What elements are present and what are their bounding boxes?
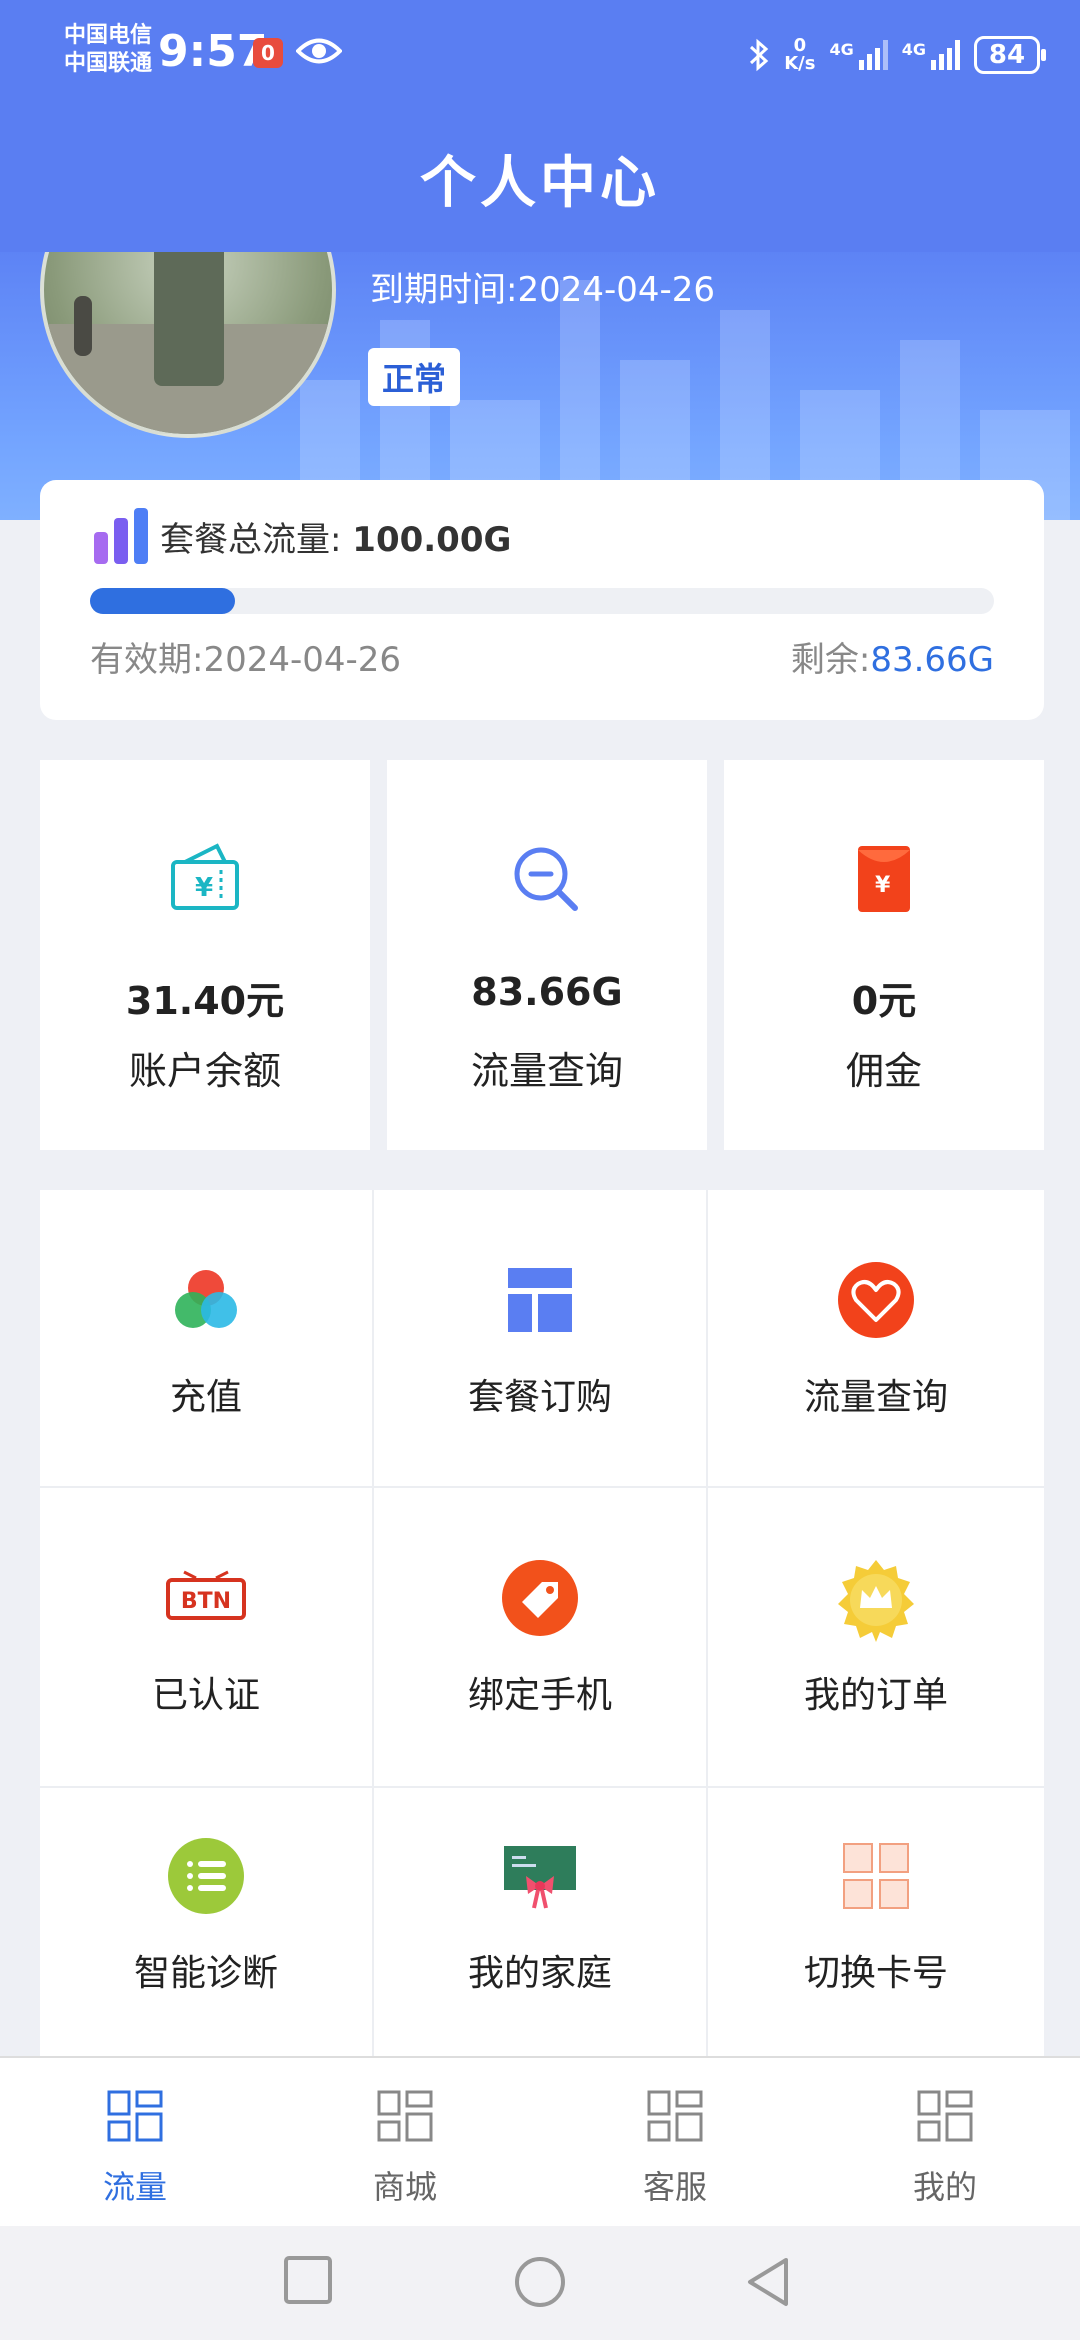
expire-date: 2024-04-26 — [517, 270, 716, 310]
plan-remain: 剩余:83.66G — [791, 632, 994, 681]
heart-icon — [838, 1262, 914, 1338]
tab-label: 商城 — [372, 2168, 437, 2206]
carrier-1: 中国电信 — [64, 23, 153, 48]
tab-mine[interactable]: 我的 — [810, 2058, 1080, 2226]
grid-label: 我的家庭 — [467, 1953, 612, 1994]
grid-item-my-family[interactable]: 我的家庭 — [374, 1788, 708, 2058]
net-speed-unit: K/s — [784, 53, 816, 74]
system-nav-bar — [0, 2224, 1080, 2340]
balance-value: 31.40元 — [125, 979, 285, 1023]
grid-label: 智能诊断 — [133, 1953, 278, 1994]
bluetooth-icon — [750, 38, 769, 72]
apps-icon — [107, 2090, 163, 2142]
commission-value: 0元 — [851, 979, 917, 1023]
layout-icon — [508, 1268, 572, 1332]
page-title: 个人中心 — [420, 151, 660, 216]
grid-label: 充值 — [169, 1377, 242, 1418]
plan-valid-date: 2024-04-26 — [203, 640, 402, 680]
grid-label: 流量查询 — [803, 1377, 948, 1418]
plan-total: 套餐总流量: 100.00G — [160, 512, 511, 561]
traffic-label: 流量查询 — [470, 1049, 623, 1093]
expire-label: 到期时间: — [370, 270, 518, 310]
home-icon[interactable] — [512, 2254, 568, 2310]
grid-label: 绑定手机 — [467, 1675, 612, 1716]
balance-label: 账户余额 — [128, 1049, 281, 1093]
eye-icon — [296, 38, 342, 64]
grid-item-verified[interactable]: BTN 已认证 — [40, 1488, 374, 1788]
grid-item-my-orders[interactable]: 我的订单 — [708, 1488, 1044, 1788]
tag-icon — [502, 1560, 578, 1636]
tab-label: 流量 — [102, 2168, 167, 2206]
plan-progress-track — [90, 588, 994, 614]
net-speed: 0 K/s — [784, 37, 815, 73]
plan-remain-value: 83.66G — [870, 640, 994, 680]
back-icon[interactable] — [742, 2254, 794, 2310]
tab-label: 我的 — [912, 2168, 977, 2206]
grid-label: 套餐订购 — [467, 1377, 612, 1418]
grid-label: 切换卡号 — [803, 1953, 948, 1994]
stat-balance[interactable]: ¥ 31.40元 账户余额 — [40, 760, 370, 1150]
stat-traffic[interactable]: 83.66G 流量查询 — [387, 760, 707, 1150]
tab-label: 客服 — [642, 2168, 707, 2206]
grid-squares-icon — [843, 1843, 909, 1909]
grid-label: 我的订单 — [803, 1675, 948, 1716]
color-circles-icon — [175, 1270, 237, 1328]
search-minus-icon — [514, 847, 578, 911]
apps-icon — [647, 2090, 703, 2142]
recent-apps-icon[interactable] — [282, 2254, 334, 2306]
signal-1-label: 4G — [829, 40, 854, 59]
plan-total-label: 套餐总流量: — [160, 520, 342, 560]
tab-service[interactable]: 客服 — [540, 2058, 810, 2226]
grid-item-plan-order[interactable]: 套餐订购 — [374, 1190, 708, 1488]
btn-badge-icon: BTN — [166, 1570, 246, 1620]
signal-2-label: 4G — [901, 40, 926, 59]
bottom-nav: 流量 商城 客服 我的 — [0, 2056, 1080, 2226]
list-icon — [168, 1838, 244, 1914]
status-bar: 中国电信 中国联通 9:57 0 0 K/s 4G 4G 84 — [0, 0, 1080, 110]
plan-total-value: 100.00G — [352, 520, 512, 560]
grid-item-switch-card[interactable]: 切换卡号 — [708, 1788, 1044, 2058]
grid-label: 已认证 — [151, 1675, 260, 1716]
carrier-info: 中国电信 中国联通 — [64, 22, 152, 78]
grid-item-traffic-query[interactable]: 流量查询 — [708, 1190, 1044, 1488]
apps-icon — [377, 2090, 433, 2142]
clock: 9:57 — [158, 26, 268, 77]
plan-valid-label: 有效期: — [90, 640, 204, 680]
bar-chart-icon — [94, 508, 148, 564]
wallet-icon: ¥ — [171, 843, 239, 910]
plan-valid: 有效期:2024-04-26 — [90, 632, 401, 681]
battery-indicator: 84 — [974, 36, 1046, 74]
svg-text:¥: ¥ — [195, 873, 213, 903]
btn-badge-text: BTN — [181, 1589, 231, 1614]
grid-item-recharge[interactable]: 充值 — [40, 1190, 374, 1488]
grid-item-diagnosis[interactable]: 智能诊断 — [40, 1788, 374, 2058]
commission-label: 佣金 — [845, 1049, 922, 1093]
red-envelope-icon: ¥ — [858, 846, 910, 912]
signal-1: 4G — [829, 40, 888, 70]
crown-icon — [838, 1560, 914, 1642]
tab-traffic[interactable]: 流量 — [0, 2058, 270, 2226]
plan-progress-fill — [90, 588, 235, 614]
page-header: 个人中心 — [0, 110, 1080, 252]
plan-remain-label: 剩余: — [790, 640, 871, 680]
tab-mall[interactable]: 商城 — [270, 2058, 540, 2226]
status-badge: 正常 — [368, 348, 461, 406]
plan-card: 套餐总流量: 100.00G 有效期:2024-04-26 剩余:83.66G — [40, 480, 1044, 720]
blackboard-icon — [504, 1846, 576, 1909]
grid-item-bind-phone[interactable]: 绑定手机 — [374, 1488, 708, 1788]
traffic-value: 83.66G — [471, 970, 623, 1014]
notification-badge: 0 — [253, 38, 283, 68]
carrier-2: 中国联通 — [64, 51, 153, 76]
svg-text:¥: ¥ — [875, 873, 891, 898]
expire-info: 到期时间:2024-04-26 — [370, 262, 715, 311]
function-grid: 充值 套餐订购 流量查询 BTN 已认证 绑定手机 我的订单 智能诊断 我的家庭… — [40, 1190, 1044, 2058]
apps-icon — [917, 2090, 973, 2142]
signal-2: 4G — [902, 40, 960, 70]
stats-row: ¥ 31.40元 账户余额 83.66G 流量查询 ¥ 0元 佣金 — [40, 760, 1044, 1150]
stat-commission[interactable]: ¥ 0元 佣金 — [724, 760, 1044, 1150]
